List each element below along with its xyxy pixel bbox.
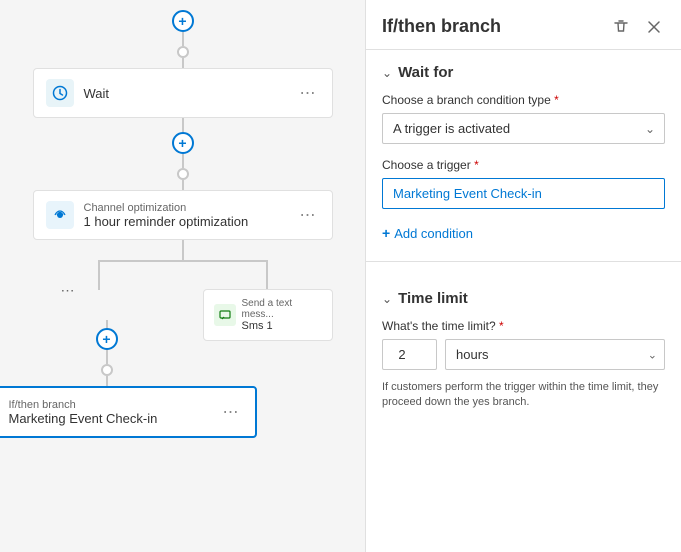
- section-divider: [366, 261, 681, 262]
- wait-for-section: ⌄ Wait for Choose a branch condition typ…: [366, 50, 681, 257]
- channel-card-subtitle: 1 hour reminder optimization: [84, 214, 296, 229]
- connector: [106, 350, 108, 364]
- connector: [106, 320, 108, 328]
- time-unit-select[interactable]: minutes hours days: [445, 339, 665, 370]
- condition-type-select[interactable]: A trigger is activated A condition is me…: [382, 113, 665, 144]
- h-line: [98, 260, 268, 262]
- wait-menu[interactable]: ⋯: [296, 81, 320, 105]
- wait-card-content: Wait: [84, 86, 296, 101]
- ifthen-card-subtitle: Marketing Event Check-in: [9, 411, 219, 426]
- wait-card[interactable]: Wait ⋯: [33, 68, 333, 118]
- trigger-required: *: [474, 158, 479, 172]
- time-limit-label: What's the time limit? *: [382, 319, 665, 333]
- condition-type-required: *: [554, 93, 559, 107]
- add-step-top[interactable]: +: [172, 10, 194, 32]
- channel-card-title: Channel optimization: [84, 202, 296, 214]
- ifthen-card[interactable]: If/then branch Marketing Event Check-in …: [0, 386, 257, 438]
- panel-header: If/then branch: [366, 0, 681, 50]
- time-limit-header[interactable]: ⌄ Time limit: [382, 290, 665, 307]
- time-limit-title: Time limit: [398, 290, 468, 307]
- time-limit-section: ⌄ Time limit What's the time limit? * mi…: [366, 276, 681, 439]
- time-limit-help-text: If customers perform the trigger within …: [382, 380, 665, 411]
- time-limit-value-input[interactable]: [382, 339, 437, 370]
- connector: [182, 58, 184, 68]
- trigger-input[interactable]: [382, 178, 665, 209]
- wait-label: Wait: [84, 86, 296, 101]
- branch-split-area: ⋯ Send a text mess... Sms 1: [33, 240, 333, 320]
- time-limit-chevron: ⌄: [382, 292, 392, 306]
- trigger-group: Choose a trigger *: [382, 158, 665, 209]
- wait-for-title: Wait for: [398, 64, 453, 81]
- trigger-label: Choose a trigger *: [382, 158, 665, 172]
- flow-node-2: [177, 168, 189, 180]
- sms-card-title: Send a text mess...: [242, 298, 322, 320]
- add-step-2[interactable]: +: [172, 132, 194, 154]
- send-sms-card[interactable]: Send a text mess... Sms 1: [203, 289, 333, 341]
- properties-panel: If/then branch ⌄ Wait for Choose a branc…: [365, 0, 681, 552]
- add-condition-label: Add condition: [394, 226, 473, 241]
- time-limit-field-group: What's the time limit? * minutes hours d…: [382, 319, 665, 411]
- sms-card-content: Send a text mess... Sms 1: [242, 298, 322, 332]
- condition-type-wrapper: A trigger is activated A condition is me…: [382, 113, 665, 144]
- connector: [182, 154, 184, 168]
- connector: [106, 376, 108, 386]
- connector: [182, 180, 184, 190]
- v-line-right: [266, 260, 268, 290]
- sms-card-subtitle: Sms 1: [242, 320, 322, 332]
- ifthen-card-title: If/then branch: [9, 399, 219, 411]
- add-condition-plus: +: [382, 225, 390, 241]
- delete-button[interactable]: [609, 17, 633, 37]
- condition-type-group: Choose a branch condition type * A trigg…: [382, 93, 665, 144]
- connector: [182, 118, 184, 132]
- connector: [182, 32, 184, 46]
- channel-card-content: Channel optimization 1 hour reminder opt…: [84, 202, 296, 229]
- v-line: [182, 240, 184, 260]
- time-limit-row: minutes hours days ⌄: [382, 339, 665, 370]
- add-step-bottom[interactable]: +: [96, 328, 118, 350]
- time-limit-required: *: [499, 319, 504, 333]
- flow-canvas: + Wait ⋯ +: [0, 0, 365, 552]
- time-unit-wrapper: minutes hours days ⌄: [445, 339, 665, 370]
- header-icons: [609, 17, 665, 37]
- branch-dots-left[interactable]: ⋯: [61, 282, 75, 299]
- channel-menu[interactable]: ⋯: [296, 203, 320, 227]
- wait-for-header[interactable]: ⌄ Wait for: [382, 64, 665, 81]
- ifthen-card-content: If/then branch Marketing Event Check-in: [9, 399, 219, 426]
- flow-node: [177, 46, 189, 58]
- channel-icon: [46, 201, 74, 229]
- v-line-left: [98, 260, 100, 290]
- close-button[interactable]: [643, 18, 665, 36]
- ifthen-menu[interactable]: ⋯: [219, 400, 243, 424]
- flow-node-3: [101, 364, 113, 376]
- channel-opt-card[interactable]: Channel optimization 1 hour reminder opt…: [33, 190, 333, 240]
- panel-title: If/then branch: [382, 16, 609, 37]
- wait-icon: [46, 79, 74, 107]
- condition-type-label: Choose a branch condition type *: [382, 93, 665, 107]
- sms-icon: [214, 304, 236, 326]
- wait-for-chevron: ⌄: [382, 66, 392, 80]
- add-condition-button[interactable]: + Add condition: [382, 223, 473, 243]
